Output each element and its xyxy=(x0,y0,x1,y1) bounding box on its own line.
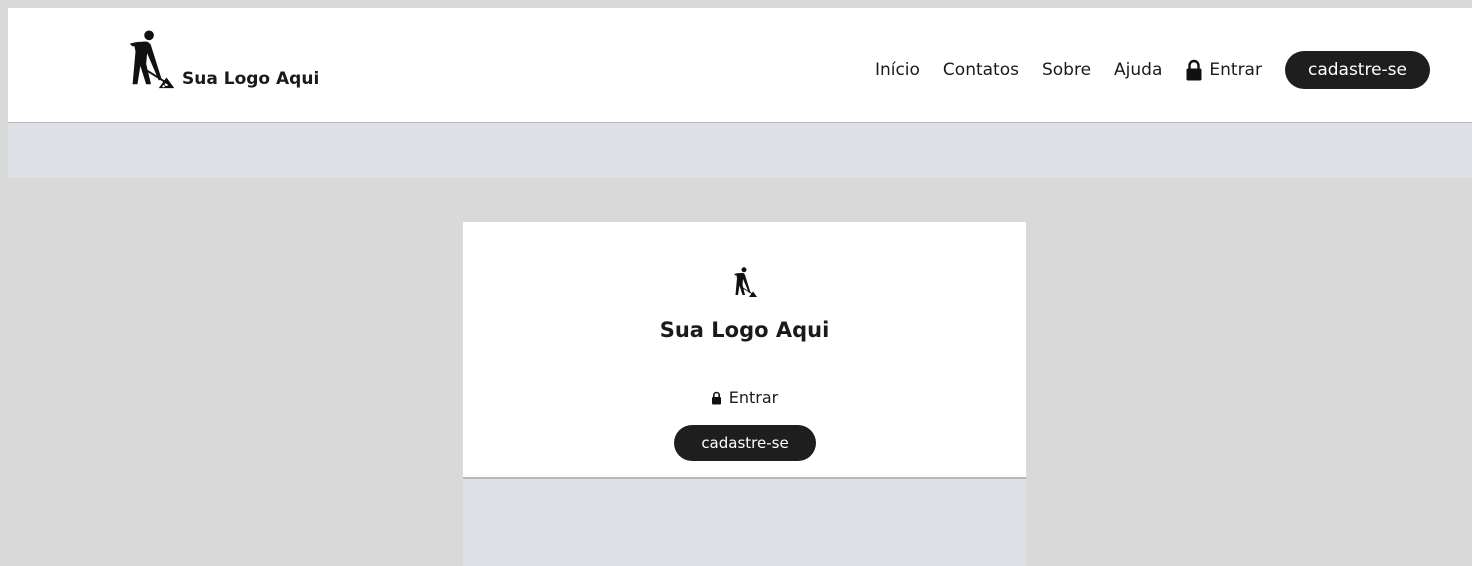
mobile-brand-name[interactable]: Sua Logo Aqui xyxy=(463,318,1026,342)
main-nav: Início Contatos Sobre Ajuda Entrar cadas… xyxy=(875,51,1430,89)
nav-link-ajuda[interactable]: Ajuda xyxy=(1114,60,1162,80)
nav-link-sobre[interactable]: Sobre xyxy=(1042,60,1091,80)
mobile-preview: Sua Logo Aqui Entrar cadastre-se xyxy=(463,222,1026,566)
construction-worker-icon xyxy=(120,30,182,92)
construction-worker-icon[interactable] xyxy=(729,267,761,299)
login-link[interactable]: Entrar xyxy=(1185,59,1262,81)
mobile-signup-button[interactable]: cadastre-se xyxy=(674,425,816,461)
mobile-site-header: Sua Logo Aqui Entrar cadastre-se xyxy=(463,222,1026,479)
brand-logo[interactable]: Sua Logo Aqui xyxy=(120,30,320,92)
login-label: Entrar xyxy=(1209,60,1262,80)
lock-icon xyxy=(1185,59,1203,81)
lock-icon xyxy=(711,391,722,405)
signup-button[interactable]: cadastre-se xyxy=(1284,51,1430,89)
brand-name: Sua Logo Aqui xyxy=(182,69,320,89)
desktop-preview: Sua Logo Aqui Início Contatos Sobre Ajud… xyxy=(8,8,1472,178)
nav-link-inicio[interactable]: Início xyxy=(875,60,920,80)
mobile-login-label: Entrar xyxy=(728,388,779,407)
mobile-login-link[interactable]: Entrar xyxy=(463,388,1026,407)
nav-link-contatos[interactable]: Contatos xyxy=(943,60,1019,80)
site-header: Sua Logo Aqui Início Contatos Sobre Ajud… xyxy=(8,8,1472,123)
